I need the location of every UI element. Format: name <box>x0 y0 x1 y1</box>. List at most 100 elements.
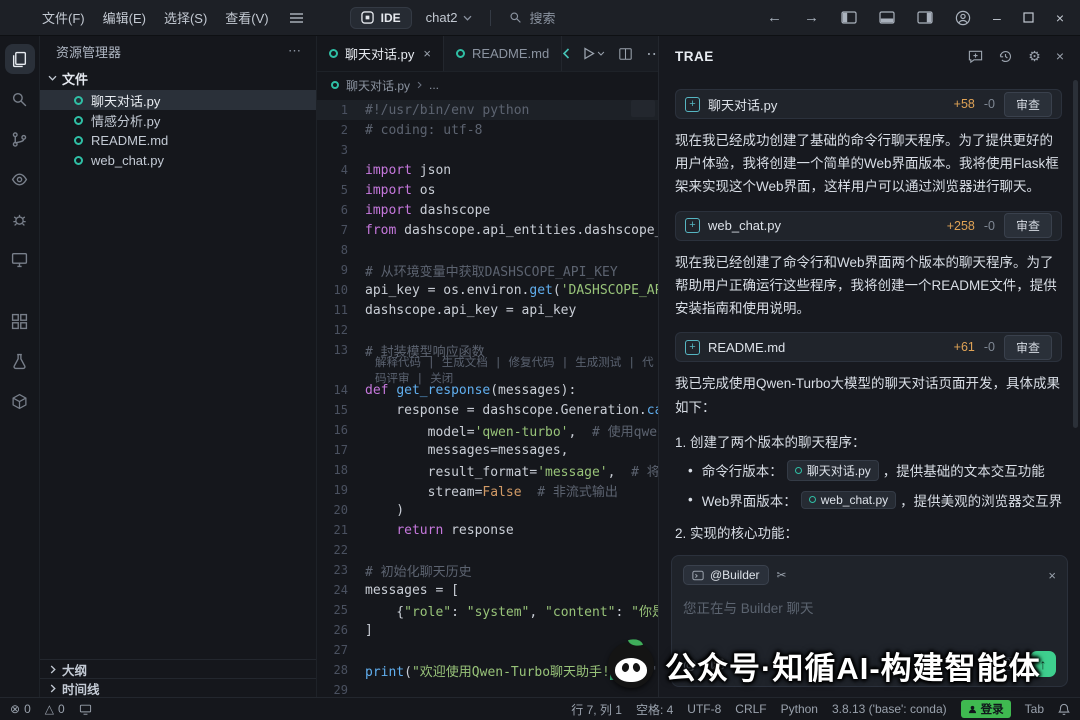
timeline-section[interactable]: 时间线 <box>40 678 316 697</box>
cursor-position[interactable]: 行 7, 列 1 <box>571 701 622 718</box>
code-text: model='qwen-turbo', # 使用qwen- <box>365 421 658 440</box>
mention-icon[interactable]: @ <box>683 656 697 672</box>
menu-view[interactable]: 查看(V) <box>225 8 268 27</box>
file-item[interactable]: README.md <box>40 130 316 150</box>
code-line: 3 <box>317 140 658 160</box>
editor-scrollbar-thumb[interactable] <box>631 100 655 117</box>
image-icon[interactable] <box>710 657 725 671</box>
problems-errors[interactable]: ⊗ 0 <box>10 702 31 716</box>
workspace-switcher[interactable]: chat2 <box>426 10 473 25</box>
review-button[interactable]: 审查 <box>1003 213 1052 239</box>
chat-input-card[interactable]: @Builder ✂ × 您正在与 Builder 聊天 @ Auto 0 ↑ <box>671 555 1068 687</box>
extensions-icon[interactable] <box>5 306 35 336</box>
file-chip[interactable]: web_chat.py <box>800 490 897 509</box>
file-change-card[interactable]: + README.md +61 -0 审查 <box>675 332 1062 363</box>
menu-edit[interactable]: 编辑(E) <box>103 8 146 27</box>
debug-icon[interactable] <box>5 204 35 234</box>
files-section-header[interactable]: 文件 <box>40 66 316 90</box>
split-editor-icon[interactable] <box>618 47 633 61</box>
editor-actions: ⋯ <box>562 36 672 71</box>
file-item[interactable]: web_chat.py <box>40 150 316 170</box>
ports-icon[interactable] <box>79 704 92 715</box>
more-menus-icon[interactable] <box>289 12 304 24</box>
code-line: 25 {"role": "system", "content": "你是一 <box>317 600 658 620</box>
source-control-icon[interactable] <box>5 124 35 154</box>
chat-panel-title: TRAE <box>675 48 714 64</box>
language-mode[interactable]: Python <box>781 702 818 716</box>
minimize-button[interactable]: – <box>993 10 1001 26</box>
line-number: 19 <box>333 483 348 497</box>
codelens-actions[interactable]: 解释代码 | 生成文档 | 修复代码 | 生成测试 | 代码评审 | 关闭 <box>317 355 658 385</box>
remote-monitor-icon[interactable] <box>5 244 35 274</box>
tools-icon[interactable]: ✂ <box>777 568 787 582</box>
code-token: 'message' <box>537 464 608 480</box>
new-chat-icon[interactable] <box>968 49 983 64</box>
line-number: 9 <box>340 263 348 277</box>
nav-forward-icon[interactable]: → <box>804 9 819 26</box>
sidebar-more-icon[interactable]: ⋯ <box>288 43 302 59</box>
file-name: 情感分析.py <box>91 113 161 129</box>
context-counter: 0 <box>996 657 1019 671</box>
line-number: 6 <box>340 203 348 217</box>
folder-icon[interactable] <box>738 658 753 671</box>
preview-eye-icon[interactable] <box>5 164 35 194</box>
line-number: 25 <box>333 603 348 617</box>
review-button[interactable]: 审查 <box>1003 91 1052 117</box>
ai-chat-panel: TRAE ⚙ × + 聊天对话.py +58 -0 审查 现在我已经成功创建了基础的命令行… <box>658 36 1080 697</box>
file-item[interactable]: 聊天对话.py <box>40 90 316 110</box>
testing-beaker-icon[interactable] <box>5 346 35 376</box>
explorer-icon[interactable] <box>4 44 35 74</box>
code-token: "role" <box>404 604 452 620</box>
close-panel-icon[interactable]: × <box>1056 49 1064 63</box>
account-icon[interactable] <box>955 10 971 26</box>
settings-gear-icon[interactable]: ⚙ <box>1028 49 1041 63</box>
menu-file[interactable]: 文件(F) <box>42 8 85 27</box>
model-selector[interactable]: Auto <box>949 657 986 671</box>
close-window-button[interactable]: × <box>1056 10 1064 26</box>
file-change-card[interactable]: + web_chat.py +258 -0 审查 <box>675 210 1062 241</box>
menu-selection[interactable]: 选择(S) <box>164 8 207 27</box>
outline-section[interactable]: 大纲 <box>40 659 316 678</box>
tab-size[interactable]: Tab <box>1025 702 1044 716</box>
run-button[interactable] <box>583 47 605 60</box>
chevron-right-icon <box>50 684 56 692</box>
bullet-icon: • <box>688 492 693 508</box>
search-button[interactable]: 搜索 <box>509 8 555 27</box>
chat-scrollbar-thumb[interactable] <box>1073 80 1078 428</box>
menu-bar: 文件(F) 编辑(E) 选择(S) 查看(V) <box>0 8 304 27</box>
problems-warnings[interactable]: △ 0 <box>45 702 65 716</box>
toggle-right-panel-icon[interactable] <box>917 11 933 24</box>
close-tab-icon[interactable]: × <box>423 46 431 61</box>
toggle-bottom-panel-icon[interactable] <box>879 11 895 24</box>
builder-context-chip[interactable]: @Builder <box>683 565 769 585</box>
file-change-card[interactable]: + 聊天对话.py +58 -0 审查 <box>675 89 1062 119</box>
editor-tab[interactable]: 聊天对话.py × <box>317 36 444 71</box>
python-interpreter[interactable]: 3.8.13 ('base': conda) <box>832 702 947 716</box>
editor-tab[interactable]: README.md <box>443 36 563 71</box>
indentation[interactable]: 空格: 4 <box>636 701 673 718</box>
ide-badge[interactable]: IDE <box>349 6 412 29</box>
code-line: 1 #!/usr/bin/env python <box>317 100 658 120</box>
login-badge[interactable]: 登录 <box>960 700 1011 718</box>
file-chip-name: 聊天对话.py <box>806 463 871 478</box>
back-chevron-icon[interactable] <box>562 48 570 59</box>
eol-sequence[interactable]: CRLF <box>735 702 766 716</box>
review-button[interactable]: 审查 <box>1003 334 1052 360</box>
toggle-left-panel-icon[interactable] <box>841 11 857 24</box>
remove-context-icon[interactable]: × <box>1048 568 1056 583</box>
file-item[interactable]: 情感分析.py <box>40 110 316 130</box>
plugin-box-icon[interactable] <box>5 386 35 416</box>
chat-input-placeholder[interactable]: 您正在与 Builder 聊天 <box>683 597 1056 617</box>
model-name: Auto <box>948 657 974 671</box>
maximize-button[interactable] <box>1023 12 1034 23</box>
encoding[interactable]: UTF-8 <box>687 702 721 716</box>
nav-back-icon[interactable]: ← <box>767 9 782 26</box>
notifications-icon[interactable] <box>1058 703 1070 716</box>
code-editor[interactable]: 1 #!/usr/bin/env python 2 # coding: utf-8 3 4… <box>317 98 658 697</box>
code-line: 11 dashscope.api_key = api_key <box>317 300 658 320</box>
history-icon[interactable] <box>998 49 1013 64</box>
file-chip[interactable]: 聊天对话.py <box>786 459 879 481</box>
breadcrumb[interactable]: 聊天对话.py ... <box>317 72 658 98</box>
search-sidebar-icon[interactable] <box>5 84 35 114</box>
send-button[interactable]: ↑ <box>1030 651 1056 677</box>
